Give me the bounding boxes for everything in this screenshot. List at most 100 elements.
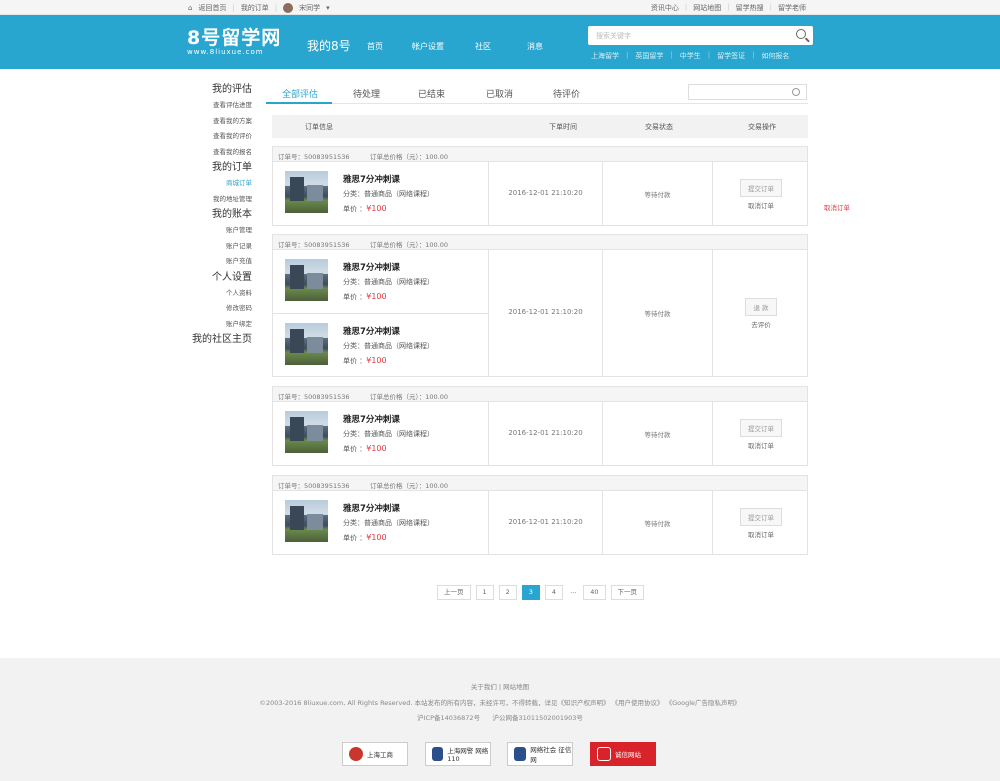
prev-page-button[interactable]: 上一页 [437, 585, 471, 600]
sidebar-item[interactable]: 查看我的评价 [190, 129, 252, 145]
order-time: 2016-12-01 21:10:20 [508, 428, 583, 437]
order-card: 订单号：50083951536 订单总价格（元）：100.00 雅思7分冲刺课 分类：… [272, 475, 808, 555]
course-name[interactable]: 雅思7分冲刺课 [343, 261, 400, 273]
nav-item[interactable]: 首页 [367, 41, 383, 52]
order-time-cell: 2016-12-01 21:10:20 [489, 250, 603, 376]
tab-item[interactable]: 待处理 [353, 87, 380, 100]
sidebar-heading[interactable]: 我的社区主页 [190, 332, 252, 348]
avatar[interactable] [283, 3, 294, 13]
course-thumbnail[interactable] [285, 500, 328, 542]
sidebar-heading[interactable]: 个人设置 [190, 270, 252, 286]
tab-item[interactable]: 全部评估 [282, 87, 318, 100]
order-action-link[interactable]: 取消订单 [713, 440, 809, 450]
nav-item[interactable]: 帐户设置 [412, 41, 444, 52]
order-item: 雅思7分冲刺课 分类：普通商品（网络课程） 单价 ：¥100 [273, 162, 489, 225]
separator: | [684, 3, 688, 11]
home-icon[interactable]: ⌂ [188, 4, 192, 12]
order-action-link[interactable]: 去评价 [713, 319, 809, 329]
icp-info: 沪ICP备14036872号 沪公网备31011502001903号 [417, 714, 583, 722]
order-action-button[interactable]: 提交订单 [740, 507, 782, 526]
course-thumbnail[interactable] [285, 411, 328, 453]
hot-link[interactable]: 如何报名 [761, 51, 789, 61]
sidebar-item[interactable]: 个人资料 [190, 286, 252, 302]
search-icon[interactable] [792, 88, 800, 96]
hot-link[interactable]: 留学签证 [717, 51, 745, 61]
hot-link[interactable]: 上海留学 [591, 51, 619, 61]
sidebar-item[interactable]: 账户管理 [190, 223, 252, 239]
sidebar-item[interactable]: 商城订单 [190, 176, 252, 192]
order-search-input[interactable] [688, 84, 807, 100]
course-name[interactable]: 雅思7分冲刺课 [343, 325, 400, 337]
topbar-link[interactable]: 资讯中心 [651, 3, 679, 13]
course-thumbnail[interactable] [285, 171, 328, 213]
course-thumbnail[interactable] [285, 323, 328, 365]
police-icon [432, 747, 444, 761]
topbar-link[interactable]: 留学老师 [778, 3, 806, 13]
tab-item[interactable]: 已结束 [418, 87, 445, 100]
order-action-button[interactable]: 退 款 [745, 298, 777, 316]
badge-police[interactable]: 上海网警 网络110 [425, 742, 491, 766]
sidebar-item[interactable]: 账户记录 [190, 239, 252, 255]
price-value: ¥100 [366, 533, 387, 542]
price-label: 单价 ： [343, 445, 367, 453]
home-link[interactable]: 返回首页 [198, 3, 226, 13]
search-input[interactable]: 搜索关键字 [596, 31, 631, 41]
course-name[interactable]: 雅思7分冲刺课 [343, 173, 400, 185]
price-value: ¥100 [366, 292, 387, 301]
hot-link[interactable]: 中学生 [680, 51, 701, 61]
col-operation: 交易操作 [748, 123, 776, 131]
cancel-order-link[interactable]: 取消订单 [824, 202, 850, 212]
order-action-button[interactable]: 提交订单 [740, 178, 782, 197]
badge-shanghai-gongshang[interactable]: 上海工商 [342, 742, 408, 766]
page-number[interactable]: 2 [498, 585, 517, 600]
page-number[interactable]: 1 [475, 585, 494, 600]
sidebar-item[interactable]: 账户绑定 [190, 317, 252, 333]
page-number-last[interactable]: 40 [583, 585, 606, 600]
order-action-link[interactable]: 取消订单 [713, 529, 809, 539]
order-action-button[interactable]: 提交订单 [740, 418, 782, 437]
sidebar-heading[interactable]: 我的账本 [190, 207, 252, 223]
order-status: 等待付款 [644, 310, 671, 318]
course-price: 单价 ：¥100 [343, 204, 387, 214]
sidebar-item[interactable]: 查看评估进度 [190, 98, 252, 114]
top-bar: ⌂ 返回首页 | 我的订单 | 宋同学 ▾ 资讯中心 | 网站地图 | 留学热搜 | 留学老… [0, 0, 1000, 15]
order-action-link[interactable]: 取消订单 [713, 200, 809, 210]
page-number[interactable]: 3 [521, 585, 540, 600]
footer: 关于我们 | 网站地图 ©2003-2016 8liuxue.com, All … [0, 658, 1000, 781]
order-status-cell: 等待付款 [603, 491, 713, 554]
active-tab-underline [266, 102, 332, 104]
tab-item[interactable]: 待评价 [553, 87, 580, 100]
sidebar-item[interactable]: 查看我的方案 [190, 114, 252, 130]
next-page-button[interactable]: 下一页 [610, 585, 645, 600]
sidebar-heading[interactable]: 我的评估 [190, 82, 252, 98]
page-number[interactable]: 4 [544, 585, 564, 600]
course-name[interactable]: 雅思7分冲刺课 [343, 413, 400, 425]
search-icon[interactable] [796, 29, 806, 39]
nav-item[interactable]: 消息 [527, 41, 543, 52]
sidebar-item[interactable]: 查看我的报名 [190, 145, 252, 161]
footer-links[interactable]: 关于我们 | 网站地图 [0, 681, 1000, 691]
order-total: 订单总价格（元）：100.00 [370, 393, 448, 401]
hot-link[interactable]: 英国留学 [635, 51, 663, 61]
sidebar-item[interactable]: 我的地址管理 [190, 192, 252, 208]
course-price: 单价 ：¥100 [343, 292, 387, 302]
nav-item[interactable]: 社区 [475, 41, 491, 52]
topbar-link[interactable]: 网站地图 [693, 3, 721, 13]
tab-item[interactable]: 已取消 [486, 87, 513, 100]
my-orders-link[interactable]: 我的订单 [241, 3, 269, 13]
sidebar-item[interactable]: 账户充值 [190, 254, 252, 270]
badge-trust-site[interactable]: 诚信网站 [590, 742, 656, 766]
badge-credit[interactable]: 网络社会 征信网 [507, 742, 573, 766]
search-box[interactable]: 搜索关键字 [588, 26, 813, 45]
sidebar-heading[interactable]: 我的订单 [190, 160, 252, 176]
action-button-wrap: 退 款 [713, 298, 809, 316]
site-logo[interactable]: 8号留学网 www.8liuxue.com [187, 28, 281, 56]
chevron-down-icon[interactable]: ▾ [326, 4, 330, 12]
course-name[interactable]: 雅思7分冲刺课 [343, 502, 400, 514]
topbar-link[interactable]: 留学热搜 [736, 3, 764, 13]
course-thumbnail[interactable] [285, 259, 328, 301]
user-name[interactable]: 宋同学 [299, 3, 320, 13]
order-header: 订单号：50083951536 订单总价格（元）：100.00 [273, 147, 807, 162]
course-category: 分类：普通商品（网络课程） [343, 519, 434, 527]
sidebar-item[interactable]: 修改密码 [190, 301, 252, 317]
